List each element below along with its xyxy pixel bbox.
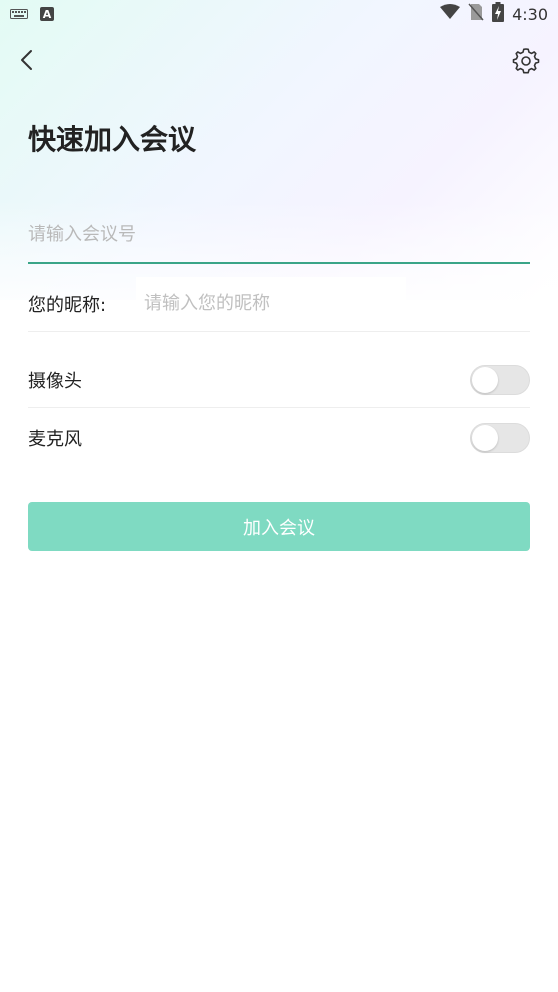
nickname-label: 您的昵称:	[28, 294, 107, 316]
camera-toggle[interactable]	[470, 364, 530, 395]
wifi-icon	[440, 4, 461, 24]
microphone-toggle[interactable]	[470, 423, 530, 453]
nickname-row: 您的昵称:	[28, 276, 530, 332]
meeting-number-field	[28, 210, 530, 264]
header	[0, 40, 558, 84]
keyboard-icon	[10, 9, 28, 19]
camera-label: 摄像头	[28, 370, 82, 392]
microphone-row: 麦克风	[28, 410, 530, 466]
nickname-input[interactable]	[136, 276, 406, 331]
microphone-label: 麦克风	[28, 429, 82, 450]
chevron-left-icon	[21, 50, 32, 70]
gear-icon	[512, 48, 540, 74]
no-sim-icon	[468, 3, 484, 25]
page-title: 快速加入会议	[28, 123, 197, 156]
camera-row: 摄像头	[28, 352, 530, 408]
meeting-number-input[interactable]	[28, 210, 530, 258]
settings-button[interactable]	[512, 46, 540, 74]
join-meeting-button[interactable]: 加入会议	[28, 502, 530, 551]
back-button[interactable]	[14, 46, 42, 74]
status-bar: A 4:30	[0, 0, 558, 28]
camera-toggle-knob	[472, 366, 498, 393]
microphone-toggle-knob	[472, 425, 498, 451]
a-notification-icon: A	[40, 7, 54, 21]
battery-charging-icon	[492, 2, 505, 26]
status-time: 4:30	[512, 4, 548, 24]
